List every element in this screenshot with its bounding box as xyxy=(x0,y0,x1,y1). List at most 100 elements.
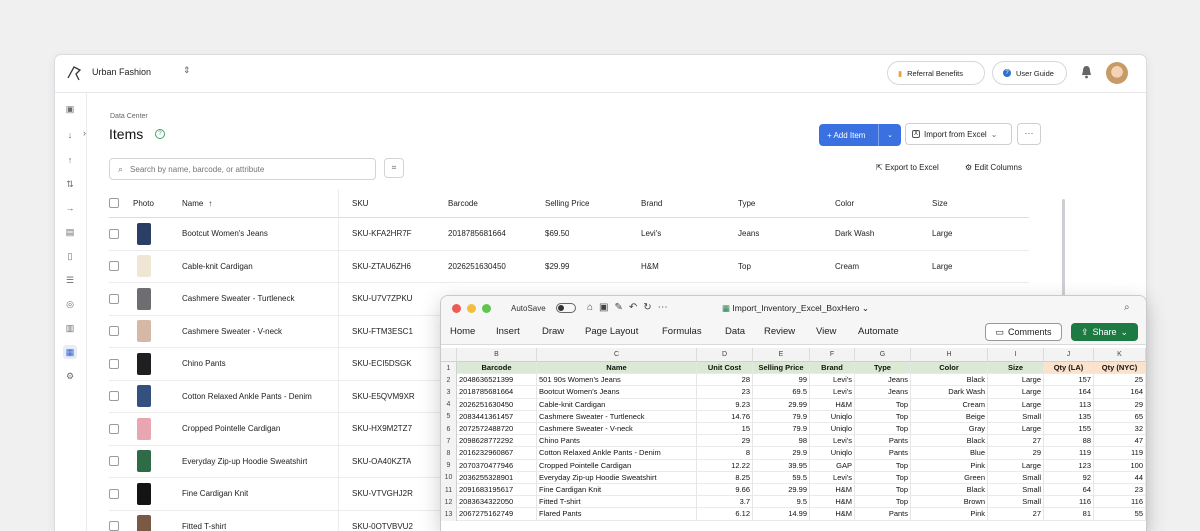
column-header[interactable]: E xyxy=(753,348,810,362)
spreadsheet-cell[interactable]: Color xyxy=(911,362,988,375)
spreadsheet-cell[interactable]: Large xyxy=(988,386,1044,399)
spreadsheet-cell[interactable]: Barcode xyxy=(457,362,537,375)
more-options-button[interactable]: ··· xyxy=(1017,123,1041,145)
spreadsheet-cell[interactable]: Levi's xyxy=(810,435,855,448)
spreadsheet-cell[interactable]: Cashmere Sweater - V-neck xyxy=(537,423,697,436)
spreadsheet-cell[interactable]: Black xyxy=(911,374,988,387)
spreadsheet-cell[interactable]: 9.23 xyxy=(697,398,753,411)
spreadsheet-cell[interactable]: H&M xyxy=(810,484,855,497)
transfer-icon[interactable]: → xyxy=(63,201,77,215)
row-number[interactable]: 10 xyxy=(441,471,457,484)
location-icon[interactable]: ◎ xyxy=(63,297,77,311)
import-from-excel-button[interactable]: X Import from Excel ⌄ xyxy=(905,123,1012,145)
spreadsheet-cell[interactable]: 99 xyxy=(753,374,810,387)
spreadsheet-cell[interactable]: Large xyxy=(988,374,1044,387)
spreadsheet-cell[interactable]: Name xyxy=(537,362,697,375)
spreadsheet-cell[interactable]: 14.76 xyxy=(697,410,753,423)
autosave-toggle[interactable] xyxy=(556,303,576,313)
spreadsheet-cell[interactable]: Fine Cardigan Knit xyxy=(537,484,697,497)
spreadsheet-cell[interactable]: 123 xyxy=(1044,459,1094,472)
spreadsheet-cell[interactable]: Unit Cost xyxy=(697,362,753,375)
spreadsheet-cell[interactable]: Jeans xyxy=(855,374,911,387)
spreadsheet-cell[interactable]: Fitted T-shirt xyxy=(537,496,697,509)
ribbon-tab-home[interactable]: Home xyxy=(450,326,475,337)
spreadsheet-cell[interactable]: H&M xyxy=(810,508,855,521)
spreadsheet-cell[interactable]: 29 xyxy=(1094,398,1146,411)
ribbon-tab-view[interactable]: View xyxy=(816,326,836,337)
row-number[interactable]: 2 xyxy=(441,374,457,387)
user-guide-button[interactable]: ? User Guide xyxy=(992,61,1067,85)
spreadsheet-cell[interactable]: 98 xyxy=(753,435,810,448)
spreadsheet-cell[interactable]: 69.5 xyxy=(753,386,810,399)
spreadsheet-cell[interactable]: 9.66 xyxy=(697,484,753,497)
spreadsheet-cell[interactable]: Black xyxy=(911,484,988,497)
spreadsheet-cell[interactable]: Size xyxy=(988,362,1044,375)
spreadsheet-cell[interactable]: 2026251630450 xyxy=(457,398,537,411)
search-icon[interactable]: ⌕ xyxy=(1124,302,1130,313)
spreadsheet-cell[interactable]: 155 xyxy=(1044,423,1094,436)
spreadsheet-cell[interactable]: Chino Pants xyxy=(537,435,697,448)
spreadsheet-cell[interactable]: 2067275162749 xyxy=(457,508,537,521)
ribbon-tab-automate[interactable]: Automate xyxy=(858,326,899,337)
spreadsheet-cell[interactable]: Small xyxy=(988,410,1044,423)
list-icon[interactable]: ☰ xyxy=(63,273,77,287)
col-sku[interactable]: SKU xyxy=(352,189,368,217)
edit-columns-button[interactable]: ⚙ Edit Columns xyxy=(965,163,1022,172)
spreadsheet-cell[interactable]: Small xyxy=(988,471,1044,484)
col-name[interactable]: Name ↑ xyxy=(182,189,212,217)
spreadsheet-cell[interactable]: Top xyxy=(855,459,911,472)
spreadsheet-cell[interactable]: Large xyxy=(988,398,1044,411)
spreadsheet-cell[interactable]: 79.9 xyxy=(753,423,810,436)
row-number[interactable]: 1 xyxy=(441,362,457,375)
spreadsheet-cell[interactable]: 29 xyxy=(988,447,1044,460)
notification-bell-icon[interactable] xyxy=(1080,65,1093,79)
spreadsheet-cell[interactable]: Cream xyxy=(911,398,988,411)
row-number[interactable]: 8 xyxy=(441,447,457,460)
spreadsheet-cell[interactable]: H&M xyxy=(810,398,855,411)
row-number[interactable]: 7 xyxy=(441,435,457,448)
stock-icon[interactable]: ▤ xyxy=(63,225,77,239)
col-barcode[interactable]: Barcode xyxy=(448,189,478,217)
row-number[interactable]: 11 xyxy=(441,484,457,497)
column-header[interactable]: B xyxy=(457,348,537,362)
referral-benefits-button[interactable]: ▮ Referral Benefits xyxy=(887,61,985,85)
spreadsheet-cell[interactable]: 8.25 xyxy=(697,471,753,484)
row-checkbox[interactable] xyxy=(109,293,119,304)
row-checkbox[interactable] xyxy=(109,358,119,369)
spreadsheet-cell[interactable]: Small xyxy=(988,496,1044,509)
spreadsheet-cell[interactable]: Selling Price xyxy=(753,362,810,375)
spreadsheet-cell[interactable]: 135 xyxy=(1044,410,1094,423)
column-header[interactable]: H xyxy=(911,348,988,362)
spreadsheet-cell[interactable]: Pants xyxy=(855,435,911,448)
spreadsheet-cell[interactable]: 14.99 xyxy=(753,508,810,521)
row-checkbox[interactable] xyxy=(109,521,119,531)
spreadsheet-cell[interactable]: 12.22 xyxy=(697,459,753,472)
spreadsheet-cell[interactable]: 2083634322050 xyxy=(457,496,537,509)
spreadsheet-cell[interactable]: Cropped Pointelle Cardigan xyxy=(537,459,697,472)
spreadsheet-cell[interactable]: Top xyxy=(855,496,911,509)
row-checkbox[interactable] xyxy=(109,488,119,499)
spreadsheet-cell[interactable]: 55 xyxy=(1094,508,1146,521)
spreadsheet-cell[interactable]: Uniqlo xyxy=(810,410,855,423)
spreadsheet-cell[interactable]: 81 xyxy=(1044,508,1094,521)
spreadsheet-cell[interactable]: Flared Pants xyxy=(537,508,697,521)
spreadsheet-cell[interactable]: Gray xyxy=(911,423,988,436)
spreadsheet-cell[interactable]: Uniqlo xyxy=(810,447,855,460)
spreadsheet-cell[interactable]: 2018785681664 xyxy=(457,386,537,399)
chevron-down-icon[interactable]: ⌄ xyxy=(878,124,901,146)
spreadsheet-cell[interactable]: 2016232960867 xyxy=(457,447,537,460)
ribbon-tab-draw[interactable]: Draw xyxy=(542,326,564,337)
ribbon-tab-formulas[interactable]: Formulas xyxy=(662,326,702,337)
col-selling-price[interactable]: Selling Price xyxy=(545,189,589,217)
analytics-icon[interactable]: ▥ xyxy=(63,321,77,335)
row-checkbox[interactable] xyxy=(109,228,119,239)
spreadsheet-cell[interactable]: 2036255328901 xyxy=(457,471,537,484)
table-row[interactable]: Bootcut Women's Jeans SKU-KFA2HR7F 2018785… xyxy=(109,218,1029,251)
spreadsheet-cell[interactable]: 25 xyxy=(1094,374,1146,387)
spreadsheet-cell[interactable]: Jeans xyxy=(855,386,911,399)
spreadsheet-cell[interactable]: 88 xyxy=(1044,435,1094,448)
close-window-button[interactable] xyxy=(452,304,461,313)
more-icon[interactable]: ⋯ xyxy=(658,302,668,313)
spreadsheet-cell[interactable]: 2091683195617 xyxy=(457,484,537,497)
spreadsheet-cell[interactable]: 28 xyxy=(697,374,753,387)
